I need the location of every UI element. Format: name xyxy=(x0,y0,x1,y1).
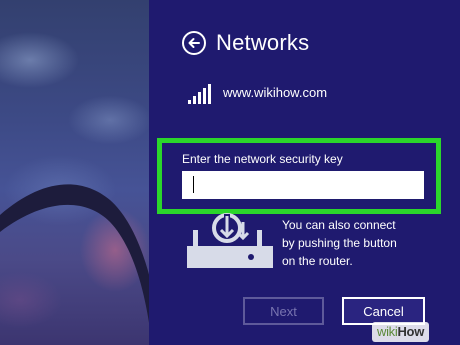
cancel-button[interactable]: Cancel xyxy=(342,297,425,325)
security-key-label: Enter the network security key xyxy=(182,152,343,166)
wps-line-1: You can also connect xyxy=(282,218,396,232)
wps-instructions: You can also connect by pushing the butt… xyxy=(282,216,422,270)
panel-header: Networks xyxy=(182,30,309,56)
watermark-how: How xyxy=(397,324,425,339)
wps-line-3: on the router. xyxy=(282,254,353,268)
desktop-background xyxy=(0,0,160,345)
network-ssid: www.wikihow.com xyxy=(223,85,328,100)
text-cursor xyxy=(193,176,194,193)
security-key-input[interactable] xyxy=(182,171,424,199)
watermark-wiki: wiki xyxy=(377,324,398,339)
page-title: Networks xyxy=(216,30,310,55)
next-button[interactable]: Next xyxy=(243,297,324,325)
back-arrow-icon[interactable] xyxy=(182,31,206,55)
wps-line-2: by pushing the button xyxy=(282,236,397,250)
wikihow-watermark: wikiHow xyxy=(372,322,430,342)
router-wps-icon xyxy=(185,208,275,278)
desktop-arch-graphic xyxy=(0,184,160,345)
network-item[interactable]: www.wikihow.com xyxy=(188,84,327,104)
wifi-signal-icon xyxy=(188,84,211,104)
